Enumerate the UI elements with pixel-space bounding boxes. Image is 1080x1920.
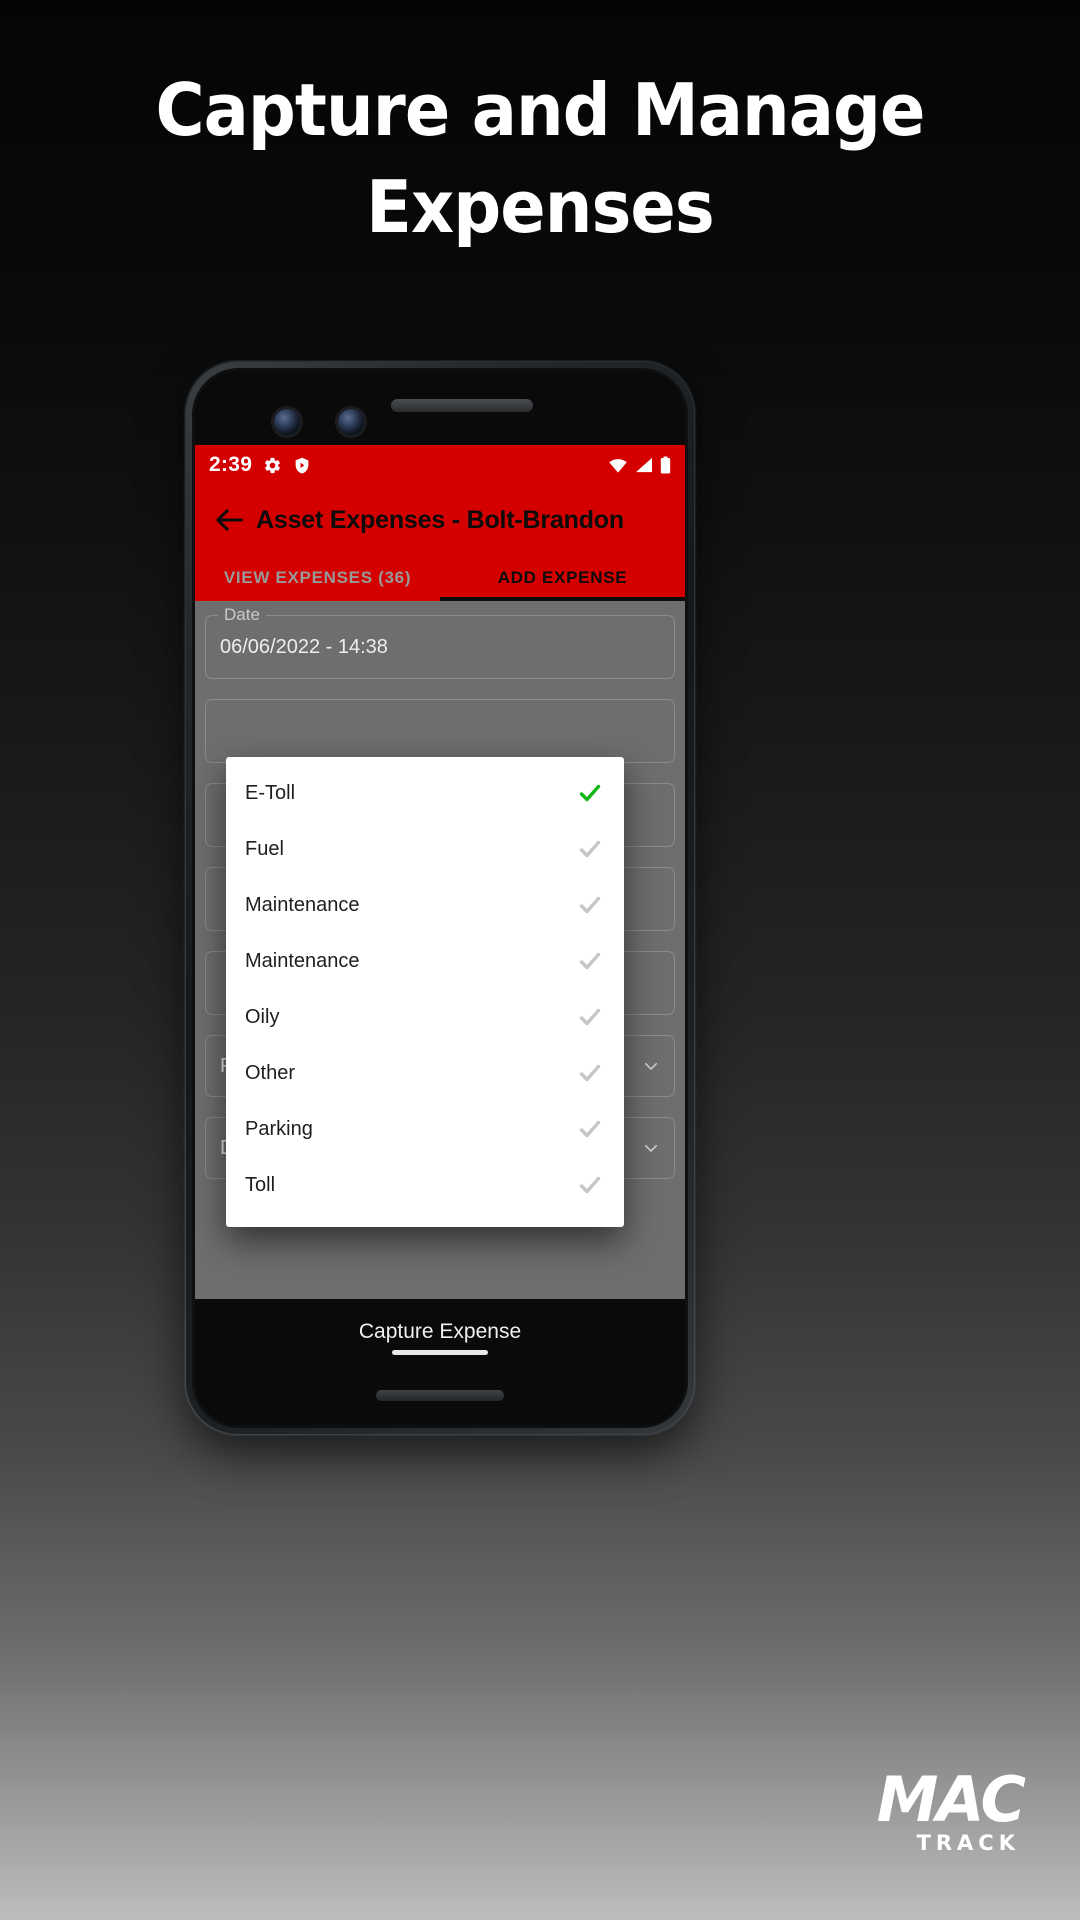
battery-icon xyxy=(660,456,671,474)
brand-watermark: MAC TRACK xyxy=(876,1763,1026,1855)
signal-icon xyxy=(636,457,652,473)
check-icon xyxy=(579,784,601,802)
headline-line-2: Expenses xyxy=(366,165,715,249)
dropdown-item-label: Fuel xyxy=(245,837,284,860)
tab-view-expenses[interactable]: VIEW EXPENSES (36) xyxy=(195,555,440,601)
capture-expense-label: Capture Expense xyxy=(358,1320,522,1343)
date-field[interactable]: Date 06/06/2022 - 14:38 xyxy=(205,605,675,679)
date-field-label: Date xyxy=(218,605,266,625)
chevron-down-icon xyxy=(645,1063,657,1070)
tab-add-expense-label: ADD EXPENSE xyxy=(497,568,628,587)
dropdown-item-label: Maintenance xyxy=(245,893,360,916)
date-field-value: 06/06/2022 - 14:38 xyxy=(220,635,388,658)
dropdown-item-maintenance-1[interactable]: Maintenance xyxy=(226,877,624,933)
check-icon xyxy=(579,840,601,858)
status-bar-right xyxy=(608,456,671,474)
tab-add-expense[interactable]: ADD EXPENSE xyxy=(440,555,685,601)
dropdown-item-parking[interactable]: Parking xyxy=(226,1101,624,1157)
dropdown-item-label: Oily xyxy=(245,1005,280,1028)
watermark-sub: TRACK xyxy=(916,1831,1020,1855)
earpiece-speaker xyxy=(391,399,533,412)
phone-screen: 2:39 Asset Expenses - Bolt-Brandon VIEW … xyxy=(195,445,685,1365)
dropdown-item-toll[interactable]: Toll xyxy=(226,1157,624,1213)
dropdown-item-fuel[interactable]: Fuel xyxy=(226,821,624,877)
check-icon xyxy=(579,1064,601,1082)
dropdown-item-label: Toll xyxy=(245,1173,276,1196)
shield-play-icon xyxy=(295,457,309,474)
bottom-speaker-grille xyxy=(376,1390,504,1401)
page-title: Asset Expenses - Bolt-Brandon xyxy=(256,505,624,534)
gear-icon xyxy=(265,457,281,473)
dropdown-item-other[interactable]: Other xyxy=(226,1045,624,1101)
dropdown-item-label: Maintenance xyxy=(245,949,360,972)
back-arrow-icon[interactable] xyxy=(213,503,247,537)
capture-expense-button[interactable]: Capture Expense xyxy=(195,1299,685,1365)
tab-bar: VIEW EXPENSES (36) ADD EXPENSE xyxy=(195,555,685,601)
tab-view-expenses-label: VIEW EXPENSES (36) xyxy=(223,568,412,587)
dropdown-item-oily[interactable]: Oily xyxy=(226,989,624,1045)
promo-headline: Capture and Manage Expenses xyxy=(38,62,1042,256)
app-bar: Asset Expenses - Bolt-Brandon xyxy=(195,485,685,555)
front-camera-icon xyxy=(274,409,300,435)
dropdown-item-label: Parking xyxy=(245,1117,313,1140)
status-time: 2:39 xyxy=(209,453,253,476)
home-indicator xyxy=(392,1350,488,1355)
dropdown-item-label: Other xyxy=(245,1061,296,1084)
dropdown-item-label: E-Toll xyxy=(245,781,296,804)
check-icon xyxy=(579,1008,601,1026)
status-bar-left: 2:39 xyxy=(209,453,311,477)
check-icon xyxy=(579,1120,601,1138)
form-field-2[interactable] xyxy=(205,699,675,763)
front-sensor-icon xyxy=(338,409,364,435)
check-icon xyxy=(579,1176,601,1194)
chevron-down-icon xyxy=(645,1145,657,1152)
expense-type-dropdown[interactable]: E-Toll Fuel Maintenance Maintenance Oily… xyxy=(226,757,624,1227)
phone-mockup: 2:39 Asset Expenses - Bolt-Brandon VIEW … xyxy=(186,362,694,1434)
watermark-main: MAC xyxy=(876,1763,1026,1836)
phone-body: 2:39 Asset Expenses - Bolt-Brandon VIEW … xyxy=(192,368,688,1428)
add-expense-form: Date 06/06/2022 - 14:38 Project: None Dr… xyxy=(195,601,685,1365)
headline-line-1: Capture and Manage xyxy=(155,68,925,152)
dropdown-item-e-toll[interactable]: E-Toll xyxy=(226,765,624,821)
check-icon xyxy=(579,896,601,914)
check-icon xyxy=(579,952,601,970)
status-bar: 2:39 xyxy=(195,445,685,485)
dropdown-item-maintenance-2[interactable]: Maintenance xyxy=(226,933,624,989)
wifi-icon xyxy=(609,459,627,473)
